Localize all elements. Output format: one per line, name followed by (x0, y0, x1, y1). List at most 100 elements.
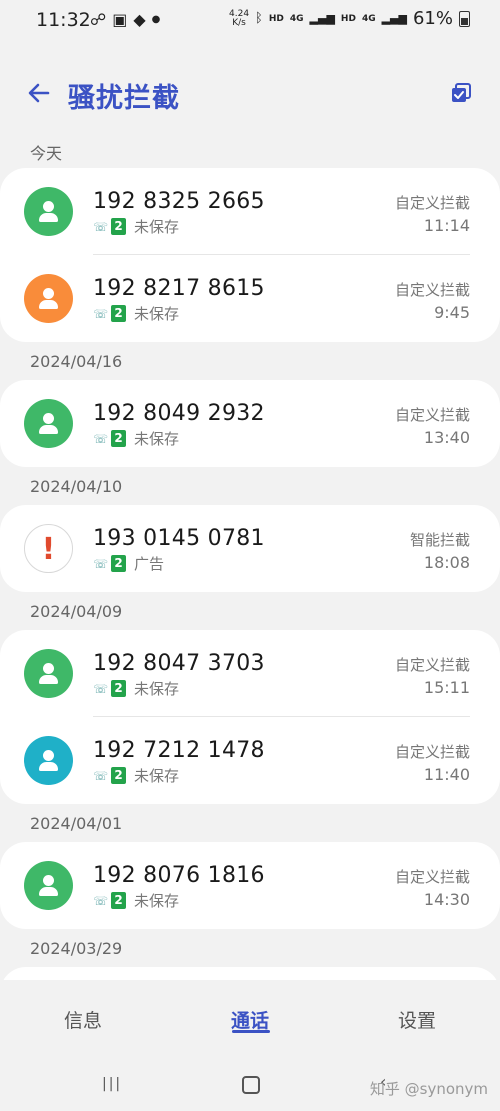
section-date: 2024/04/10 (30, 477, 123, 496)
call-group-card: 192 8076 1816 ☏ 2 未保存 自定义拦截 14:30 (0, 842, 500, 929)
contact-status: 广告 (134, 555, 165, 573)
call-time: 11:40 (423, 765, 470, 784)
status-time: 11:32 (36, 9, 91, 31)
call-type-icon: ☏ (93, 306, 109, 321)
call-row[interactable]: 192 8076 1816 ☏ 2 未保存 自定义拦截 14:30 (0, 842, 500, 929)
block-type: 自定义拦截 (394, 194, 470, 212)
call-type-icon: ☏ (93, 431, 109, 446)
call-time: 11:14 (423, 216, 470, 235)
call-row[interactable]: 192 7212 1478 ☏ 2 未保存 自定义拦截 11:40 (0, 717, 500, 804)
speed-unit: K/s (232, 17, 246, 28)
phone-number: 192 8076 1816 (93, 863, 265, 888)
contact-status: 未保存 (134, 680, 180, 698)
sim-badge: 2 (111, 305, 126, 322)
call-row[interactable]: 192 8325 2665 ☏ 2 未保存 自定义拦截 11:14 (0, 168, 500, 255)
hd-label-1: HD (268, 13, 284, 24)
network-speed: 4.24 K/s (229, 9, 249, 28)
section-date: 今天 (30, 144, 63, 163)
link-icon: ☍ (90, 10, 107, 29)
block-type: 自定义拦截 (394, 281, 470, 299)
status-right: 4.24 K/s ᛒ HD 4G ▂▄▆ HD 4G ▂▄▆ 61% (229, 8, 470, 29)
recent-apps-icon[interactable]: ||| (102, 1076, 122, 1092)
multi-select-icon[interactable] (450, 82, 472, 104)
block-type: 智能拦截 (409, 531, 470, 549)
contact-avatar-icon (24, 187, 73, 236)
call-row[interactable]: ! 193 0145 0781 ☏ 2 广告 智能拦截 18:08 (0, 505, 500, 592)
tab-calls[interactable]: 通话 (231, 1006, 269, 1033)
contact-status: 未保存 (134, 305, 180, 323)
call-type-icon: ☏ (93, 768, 109, 783)
watermark: 知乎 @synonym (369, 1080, 488, 1098)
battery-percent: 61% (412, 8, 453, 29)
battery-icon (459, 10, 470, 27)
call-subinfo: ☏ 2 未保存 (93, 216, 179, 237)
phone-number: 192 7212 1478 (93, 738, 265, 763)
contact-status: 未保存 (134, 218, 180, 236)
contact-status: 未保存 (134, 430, 180, 448)
call-row[interactable]: 192 8047 3703 ☏ 2 未保存 自定义拦截 15:11 (0, 630, 500, 717)
phone-number: 192 8049 2932 (93, 401, 265, 426)
call-time: 9:45 (434, 303, 470, 322)
network-4g-2: 4G (361, 13, 376, 24)
image-icon: ▣ (112, 10, 128, 29)
call-subinfo: ☏ 2 未保存 (93, 765, 179, 786)
back-arrow-icon[interactable] (26, 80, 52, 106)
sim-badge: 2 (111, 430, 126, 447)
sim-badge: 2 (111, 680, 126, 697)
call-subinfo: ☏ 2 未保存 (93, 890, 179, 911)
signal-icon-1: ▂▄▆ (309, 12, 335, 25)
call-type-icon: ☏ (93, 681, 109, 696)
call-time: 15:11 (423, 678, 470, 697)
call-row[interactable]: 192 8049 2932 ☏ 2 未保存 自定义拦截 13:40 (0, 380, 500, 467)
bottom-nav: 信息 通话 设置 (0, 980, 500, 1060)
section-date: 2024/04/16 (30, 352, 123, 371)
phone-number: 192 8217 8615 (93, 276, 265, 301)
warning-avatar-icon: ! (24, 524, 73, 573)
page-header: 骚扰拦截 (0, 68, 500, 120)
contact-avatar-icon (24, 736, 73, 785)
sim-badge: 2 (111, 767, 126, 784)
call-time: 13:40 (423, 428, 470, 447)
block-type: 自定义拦截 (394, 868, 470, 886)
phone-number: 192 8325 2665 (93, 189, 265, 214)
notification-icons: ☍ ▣ ◆ ● (90, 10, 160, 29)
contact-avatar-icon (24, 399, 73, 448)
call-group-card: 192 8047 3703 ☏ 2 未保存 自定义拦截 15:11 192 7212 147… (0, 630, 500, 804)
sim-badge: 2 (111, 892, 126, 909)
block-type: 自定义拦截 (394, 743, 470, 761)
shopping-bag-icon: ◆ (133, 10, 146, 29)
call-group-card: 192 8325 2665 ☏ 2 未保存 自定义拦截 11:14 192 8217 861… (0, 168, 500, 342)
contact-avatar-icon (24, 649, 73, 698)
bluetooth-icon: ᛒ (255, 11, 263, 26)
active-tab-indicator (232, 1030, 270, 1033)
section-date: 2024/03/29 (30, 939, 123, 958)
block-type: 自定义拦截 (394, 656, 470, 674)
status-bar: 11:32 ☍ ▣ ◆ ● 4.24 K/s ᛒ HD 4G ▂▄▆ HD 4G… (0, 0, 500, 44)
contact-status: 未保存 (134, 767, 180, 785)
hd-label-2: HD (340, 13, 356, 24)
sim-badge: 2 (111, 555, 126, 572)
section-date: 2024/04/01 (30, 814, 123, 833)
contact-avatar-icon (24, 274, 73, 323)
call-group-card: 192 8049 2932 ☏ 2 未保存 自定义拦截 13:40 (0, 380, 500, 467)
block-type: 自定义拦截 (394, 406, 470, 424)
network-4g-1: 4G (289, 13, 304, 24)
section-date: 2024/04/09 (30, 602, 123, 621)
call-type-icon: ☏ (93, 556, 109, 571)
phone-number: 193 0145 0781 (93, 526, 265, 551)
call-time: 18:08 (423, 553, 470, 572)
call-subinfo: ☏ 2 未保存 (93, 428, 179, 449)
call-type-icon: ☏ (93, 893, 109, 908)
contact-status: 未保存 (134, 892, 180, 910)
call-subinfo: ☏ 2 未保存 (93, 303, 179, 324)
contact-avatar-icon (24, 861, 73, 910)
tab-settings[interactable]: 设置 (398, 1006, 436, 1033)
home-icon[interactable] (242, 1076, 260, 1094)
page-title: 骚扰拦截 (68, 83, 180, 114)
signal-icon-2: ▂▄▆ (381, 12, 407, 25)
call-type-icon: ☏ (93, 219, 109, 234)
call-row[interactable]: 192 8217 8615 ☏ 2 未保存 自定义拦截 9:45 (0, 255, 500, 342)
call-time: 14:30 (423, 890, 470, 909)
tab-messages[interactable]: 信息 (64, 1006, 102, 1033)
dot-icon: ● (151, 14, 161, 25)
